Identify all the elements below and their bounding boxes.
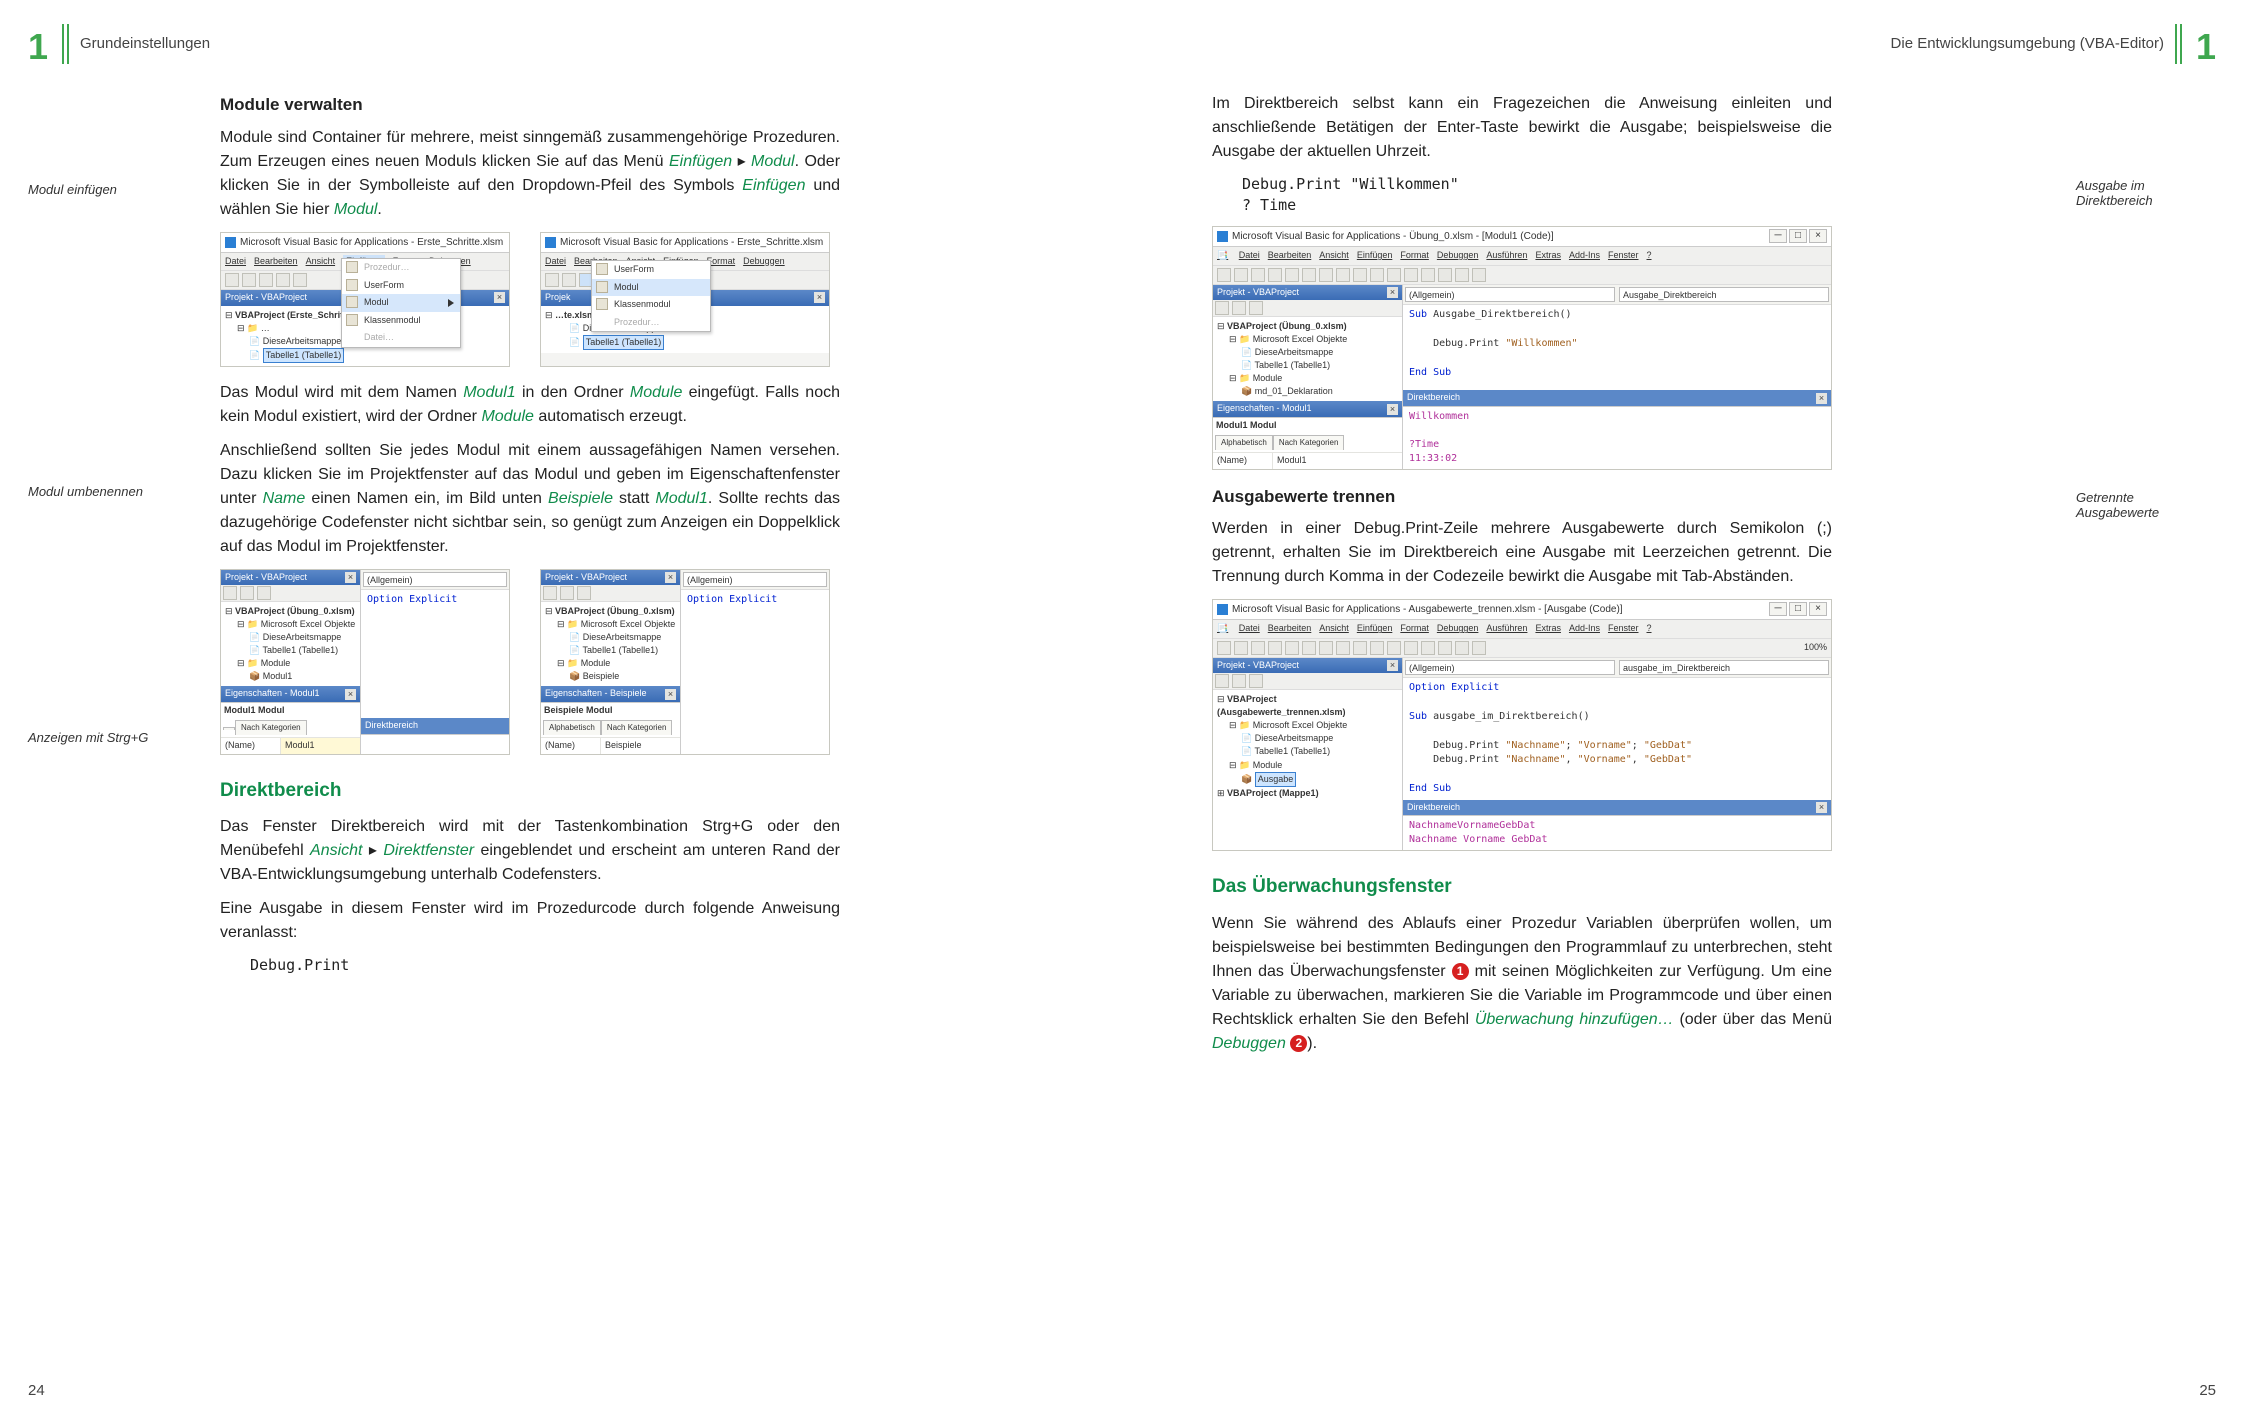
header-rule xyxy=(2175,24,2177,64)
paragraph: Das Fenster Direktbereich wird mit der T… xyxy=(220,815,840,887)
running-header: Die Entwicklungsumgebung (VBA-Editor) xyxy=(1891,35,2164,52)
page-number: 24 xyxy=(28,1382,45,1399)
paragraph: Module sind Container für mehrere, meist… xyxy=(220,126,840,222)
header-rule xyxy=(67,24,69,64)
maximize-icon: □ xyxy=(1789,229,1807,243)
code-block: Debug.Print xyxy=(250,955,840,976)
heading-ausgabewerte: Ausgabewerte trennen xyxy=(1212,484,1832,510)
callout-badge-2: 2 xyxy=(1290,1035,1307,1052)
header-rule xyxy=(62,24,64,64)
page-number: 25 xyxy=(2199,1382,2216,1399)
screenshot-rename-beispiele: Projekt - VBAProject× ⊟ VBAProject (Übun… xyxy=(540,569,830,755)
screenshot-toolbar-dropdown: Microsoft Visual Basic for Applications … xyxy=(540,232,830,367)
code-block: Debug.Print "Willkommen" ? Time xyxy=(1242,174,1832,216)
margin-note: Anzeigen mit Strg+G xyxy=(28,730,168,745)
paragraph: Im Direktbereich selbst kann ein Frageze… xyxy=(1212,92,1832,164)
screenshot-insert-menu: Microsoft Visual Basic for Applications … xyxy=(220,232,510,367)
chapter-number: 1 xyxy=(2196,26,2216,68)
paragraph: Anschließend sollten Sie jedes Modul mit… xyxy=(220,439,840,559)
running-header: Grundeinstellungen xyxy=(80,35,210,52)
heading-direktbereich: Direktbereich xyxy=(220,777,840,806)
margin-note: Ausgabe im Direktbereich xyxy=(2076,178,2216,208)
heading-ueberwachungsfenster: Das Überwachungsfenster xyxy=(1212,873,1832,902)
callout-badge-1: 1 xyxy=(1452,963,1469,980)
margin-note: Getrennte Ausgabewerte xyxy=(2076,490,2216,520)
paragraph: Eine Ausgabe in diesem Fenster wird im P… xyxy=(220,897,840,945)
chapter-number: 1 xyxy=(28,26,48,68)
minimize-icon: ─ xyxy=(1769,229,1787,243)
close-icon: × xyxy=(1809,229,1827,243)
margin-note: Modul einfügen xyxy=(28,182,168,197)
paragraph: Werden in einer Debug.Print-Zeile mehrer… xyxy=(1212,517,1832,589)
paragraph: Wenn Sie während des Ablaufs einer Proze… xyxy=(1212,912,1832,1056)
paragraph: Das Modul wird mit dem Namen Modul1 in d… xyxy=(220,381,840,429)
heading-module-verwalten: Module verwalten xyxy=(220,92,840,118)
screenshot-rename-modul1: Projekt - VBAProject× ⊟ VBAProject (Übun… xyxy=(220,569,510,755)
margin-note: Modul umbenennen xyxy=(28,484,168,499)
header-rule xyxy=(2180,24,2182,64)
screenshot-direktbereich: Microsoft Visual Basic for Applications … xyxy=(1212,226,1832,470)
screenshot-ausgabewerte: Microsoft Visual Basic for Applications … xyxy=(1212,599,1832,851)
